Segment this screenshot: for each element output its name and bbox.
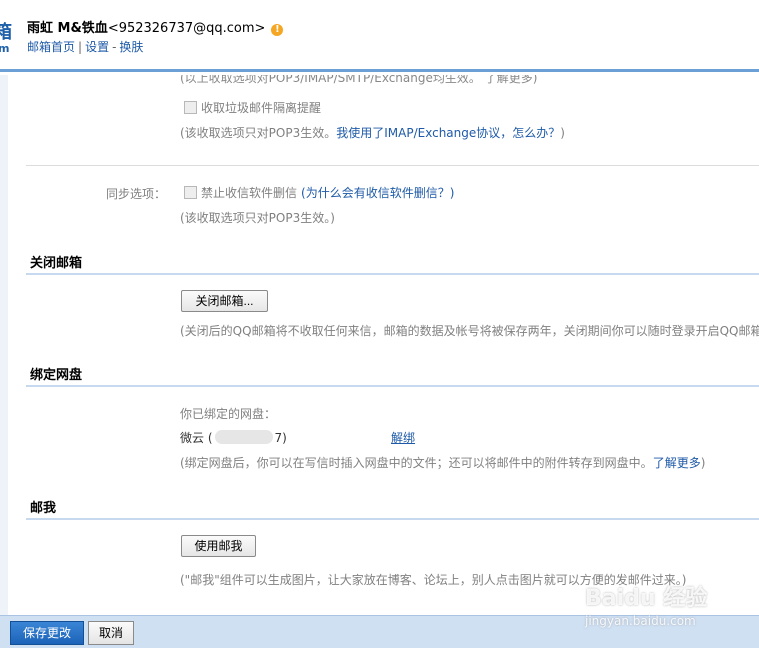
watermark-url: jingyan.baidu.com bbox=[585, 614, 696, 628]
pop3-note-suffix: ) bbox=[560, 126, 565, 140]
divider bbox=[26, 165, 759, 166]
sync-option-label: 同步选项： bbox=[106, 187, 167, 201]
settings-link[interactable]: 设置 bbox=[85, 40, 109, 54]
account-info: 雨虹 M&铁血<952326737@qq.com>! bbox=[27, 17, 284, 36]
account-nickname: 雨虹 M&铁血 bbox=[27, 21, 108, 36]
save-button[interactable]: 保存更改 bbox=[10, 621, 85, 645]
netdisk-note: (绑定网盘后，你可以在写信时插入网盘中的文件；还可以将邮件中的附件转存到网盘中。… bbox=[180, 454, 705, 471]
logo-sub: m bbox=[0, 42, 10, 55]
settings-content[interactable]: (以上收取选项对POP3/IMAP/SMTP/Exchange均生效。 了解更多… bbox=[0, 75, 759, 615]
no-delete-checkbox[interactable] bbox=[184, 186, 197, 199]
mailbox-home-link[interactable]: 邮箱首页 bbox=[27, 40, 75, 54]
cancel-button[interactable]: 取消 bbox=[88, 621, 135, 645]
section-divider bbox=[26, 273, 759, 275]
separator: | bbox=[78, 40, 83, 54]
account-email: <952326737@qq.com> bbox=[107, 21, 266, 36]
settings-page: 箱 m 雨虹 M&铁血<952326737@qq.com>! 邮箱首页 | 设置 - 换… bbox=[0, 0, 759, 648]
spam-checkbox[interactable] bbox=[184, 101, 197, 114]
section-divider bbox=[26, 518, 759, 520]
separator: - bbox=[112, 40, 117, 54]
unbind-link[interactable]: 解绑 bbox=[391, 429, 415, 446]
section-divider bbox=[26, 385, 759, 387]
logo-char: 箱 bbox=[0, 22, 12, 43]
mail-header: 箱 m 雨虹 M&铁血<952326737@qq.com>! 邮箱首页 | 设置 - 换… bbox=[0, 0, 759, 72]
learn-more-link[interactable]: 了解更多 bbox=[653, 456, 701, 470]
settings-panel: (以上收取选项对POP3/IMAP/SMTP/Exchange均生效。 了解更多… bbox=[8, 75, 759, 615]
header-nav: 邮箱首页 | 设置 - 换肤 bbox=[27, 38, 143, 55]
imap-help-link[interactable]: 我使用了IMAP/Exchange协议，怎么办？ bbox=[336, 126, 560, 140]
netdisk-provider-suffix: 7) bbox=[274, 431, 287, 445]
pop3-note-prefix: (该收取选项只对POP3生效。 bbox=[180, 126, 337, 140]
netdisk-note-prefix: (绑定网盘后，你可以在写信时插入网盘中的文件；还可以将邮件中的附件转存到网盘中。 bbox=[180, 456, 653, 470]
netdisk-note-suffix: ) bbox=[700, 456, 706, 470]
close-mailbox-note: (关闭后的QQ邮箱将不收取任何来信，邮箱的数据及帐号将被保存两年，关闭期间你可以… bbox=[180, 324, 759, 338]
netdisk-bound-label: 你已绑定的网盘： bbox=[180, 407, 277, 421]
receive-scope-note: (以上收取选项对POP3/IMAP/SMTP/Exchange均生效。 了解更多… bbox=[180, 75, 538, 85]
warning-icon[interactable]: ! bbox=[271, 24, 284, 36]
netdisk-provider: 微云 ( 7) bbox=[180, 429, 287, 446]
sync-option-row: 禁止收信软件删信 (为什么会有收信软件删信？) bbox=[184, 184, 454, 201]
change-skin-link[interactable]: 换肤 bbox=[119, 40, 143, 54]
spam-option-row: 收取垃圾邮件隔离提醒 bbox=[184, 99, 321, 116]
logo[interactable]: 箱 m bbox=[0, 18, 12, 58]
watermark-logo: Baidu 经验 bbox=[585, 586, 708, 611]
baidu-watermark: Baidu 经验 jingyan.baidu.com bbox=[585, 580, 707, 628]
close-mailbox-title: 关闭邮箱 bbox=[30, 256, 83, 271]
netdisk-title: 绑定网盘 bbox=[30, 368, 83, 383]
sync-note: (该收取选项只对POP3生效。) bbox=[180, 211, 335, 225]
blurred-account bbox=[214, 430, 273, 444]
spam-option-label: 收取垃圾邮件隔离提醒 bbox=[201, 101, 322, 115]
no-delete-label: 禁止收信软件删信 bbox=[201, 186, 298, 200]
netdisk-provider-prefix: 微云 ( bbox=[180, 431, 213, 445]
use-mail-me-button[interactable]: 使用邮我 bbox=[181, 535, 256, 557]
mail-me-title: 邮我 bbox=[30, 501, 57, 516]
close-mailbox-button[interactable]: 关闭邮箱... bbox=[181, 290, 268, 312]
why-delete-link[interactable]: (为什么会有收信软件删信？) bbox=[301, 186, 454, 200]
pop3-note: (该收取选项只对POP3生效。我使用了IMAP/Exchange协议，怎么办？) bbox=[180, 124, 565, 141]
